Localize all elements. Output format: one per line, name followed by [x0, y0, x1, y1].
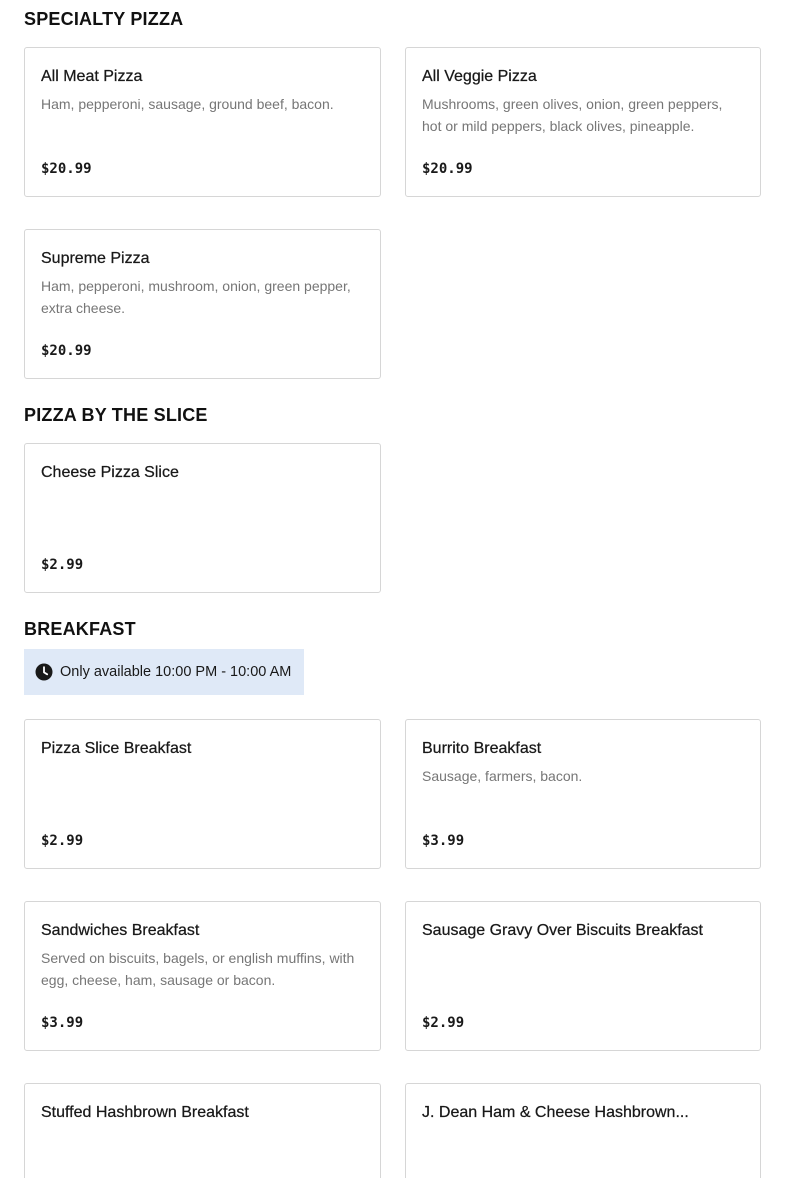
section-title-pizza-by-the-slice: PIZZA BY THE SLICE	[24, 405, 208, 425]
menu-item-card[interactable]: All Meat Pizza Ham, pepperoni, sausage, …	[24, 47, 381, 197]
menu-item-description: Ham, pepperoni, sausage, ground beef, ba…	[41, 96, 334, 112]
menu-item-name: Sandwiches Breakfast	[41, 922, 200, 939]
clock-icon	[35, 663, 53, 681]
menu-item-name: All Veggie Pizza	[422, 68, 537, 85]
menu-item-price: $2.99	[41, 833, 84, 849]
menu-item-name: Stuffed Hashbrown Breakfast	[41, 1104, 249, 1121]
section-title-specialty-pizza: SPECIALTY PIZZA	[24, 9, 184, 29]
menu-item-description: Sausage, farmers, bacon.	[422, 768, 583, 784]
menu-item-description: Ham, pepperoni, mushroom, onion, green p…	[41, 278, 351, 316]
menu-item-name: Burrito Breakfast	[422, 740, 542, 757]
menu-item-name: J. Dean Ham & Cheese Hashbrown...	[422, 1104, 689, 1121]
section-title-breakfast: BREAKFAST	[24, 619, 136, 639]
menu-item-card[interactable]: J. Dean Ham & Cheese Hashbrown...	[405, 1083, 761, 1178]
menu-item-name: Cheese Pizza Slice	[41, 464, 179, 481]
menu-item-card[interactable]: Stuffed Hashbrown Breakfast	[24, 1083, 381, 1178]
menu-item-price: $2.99	[422, 1015, 465, 1031]
menu-item-description: Served on biscuits, bagels, or english m…	[41, 950, 355, 988]
menu-item-name: All Meat Pizza	[41, 68, 143, 85]
menu-item-price: $20.99	[41, 161, 92, 177]
menu-item-name: Sausage Gravy Over Biscuits Breakfast	[422, 922, 703, 939]
menu-item-card[interactable]: Cheese Pizza Slice $2.99	[24, 443, 381, 593]
menu-page: SPECIALTY PIZZA All Meat Pizza Ham, pepp…	[0, 0, 785, 1178]
menu-item-name: Pizza Slice Breakfast	[41, 740, 192, 757]
menu-item-price: $3.99	[422, 833, 465, 849]
menu-item-card[interactable]: Sausage Gravy Over Biscuits Breakfast $2…	[405, 901, 761, 1051]
menu-item-price: $2.99	[41, 557, 84, 573]
menu-item-price: $20.99	[41, 343, 92, 359]
menu-item-card[interactable]: Pizza Slice Breakfast $2.99	[24, 719, 381, 869]
availability-text: Only available 10:00 PM - 10:00 AM	[60, 664, 292, 680]
menu-item-card[interactable]: Supreme Pizza Ham, pepperoni, mushroom, …	[24, 229, 381, 379]
availability-notice: Only available 10:00 PM - 10:00 AM	[24, 649, 304, 695]
menu-item-price: $20.99	[422, 161, 473, 177]
menu-item-card[interactable]: All Veggie Pizza Mushrooms, green olives…	[405, 47, 761, 197]
menu-item-card[interactable]: Burrito Breakfast Sausage, farmers, baco…	[405, 719, 761, 869]
menu-item-description: Mushrooms, green olives, onion, green pe…	[422, 96, 723, 134]
menu-item-name: Supreme Pizza	[41, 250, 150, 267]
menu-item-card[interactable]: Sandwiches Breakfast Served on biscuits,…	[24, 901, 381, 1051]
menu-item-price: $3.99	[41, 1015, 84, 1031]
